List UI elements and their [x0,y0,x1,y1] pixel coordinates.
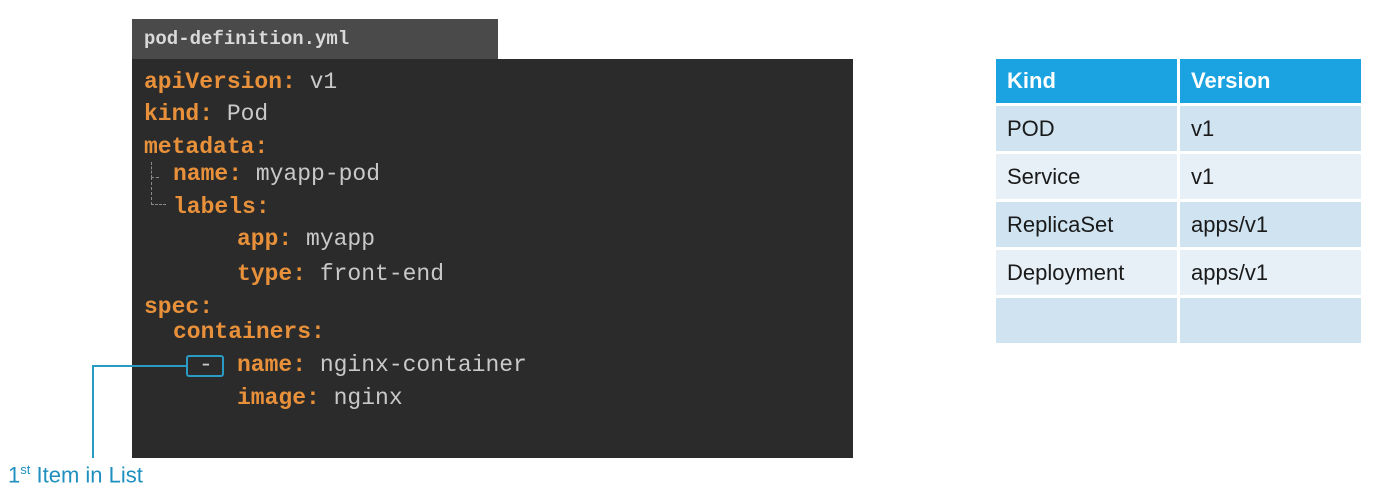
yaml-key: image: [237,385,320,411]
callout-connector [92,365,94,458]
code-line-metadata: metadata: [144,133,268,161]
table-row: Service v1 [996,151,1361,199]
code-line-labels: labels: [173,193,270,221]
code-line-type: type: front-end [237,260,444,288]
yaml-value: v1 [295,69,338,95]
yaml-key: name: [173,161,243,187]
yaml-value: myapp [292,226,376,252]
table-header-row: Kind Version [996,59,1361,103]
code-line-kind: kind: Pod [144,100,268,128]
kind-cell: Service [996,151,1177,199]
yaml-key: kind: [144,101,214,127]
yaml-value: front-end [306,261,445,287]
indent-guide [151,177,166,205]
callout-label: 1st Item in List [8,462,143,488]
version-cell: apps/v1 [1177,199,1361,247]
table-row: ReplicaSet apps/v1 [996,199,1361,247]
callout-text: Item in List [30,462,143,488]
yaml-key: metadata: [144,134,269,160]
version-cell [1177,295,1361,343]
list-item-highlight-box [186,355,224,377]
column-header-kind: Kind [996,59,1177,103]
yaml-key: spec: [144,294,214,320]
kind-cell [996,295,1177,343]
kind-cell: ReplicaSet [996,199,1177,247]
yaml-value: nginx-container [306,352,527,378]
yaml-key: apiVersion: [144,69,296,95]
callout-connector [92,365,187,367]
kind-cell: POD [996,103,1177,151]
indent-guide [151,162,159,178]
yaml-key: app: [237,226,293,252]
yaml-key: labels: [173,194,270,220]
yaml-value: myapp-pod [242,161,381,187]
code-line-apiversion: apiVersion: v1 [144,68,337,96]
table-row: Deployment apps/v1 [996,247,1361,295]
yaml-value: Pod [213,101,269,127]
table-row [996,295,1361,343]
column-header-version: Version [1177,59,1361,103]
version-cell: v1 [1177,151,1361,199]
code-line-image: image: nginx [237,384,403,412]
version-cell: apps/v1 [1177,247,1361,295]
yaml-key: name: [237,352,307,378]
callout-ordinal: st [20,462,31,477]
kind-cell: Deployment [996,247,1177,295]
code-line-container-name: name: nginx-container [237,351,527,379]
callout-number: 1 [8,462,21,488]
code-line-name: name: myapp-pod [173,160,380,188]
table-row: POD v1 [996,103,1361,151]
yaml-key: containers: [173,319,325,345]
file-name-tab: pod-definition.yml [132,19,498,61]
yaml-value: nginx [319,385,403,411]
code-line-containers: containers: [173,318,325,346]
version-cell: v1 [1177,103,1361,151]
code-line-app: app: myapp [237,225,375,253]
yaml-key: type: [237,261,307,287]
code-line-spec: spec: [144,293,213,321]
kind-version-table: Kind Version POD v1 Service v1 ReplicaSe… [996,59,1361,343]
